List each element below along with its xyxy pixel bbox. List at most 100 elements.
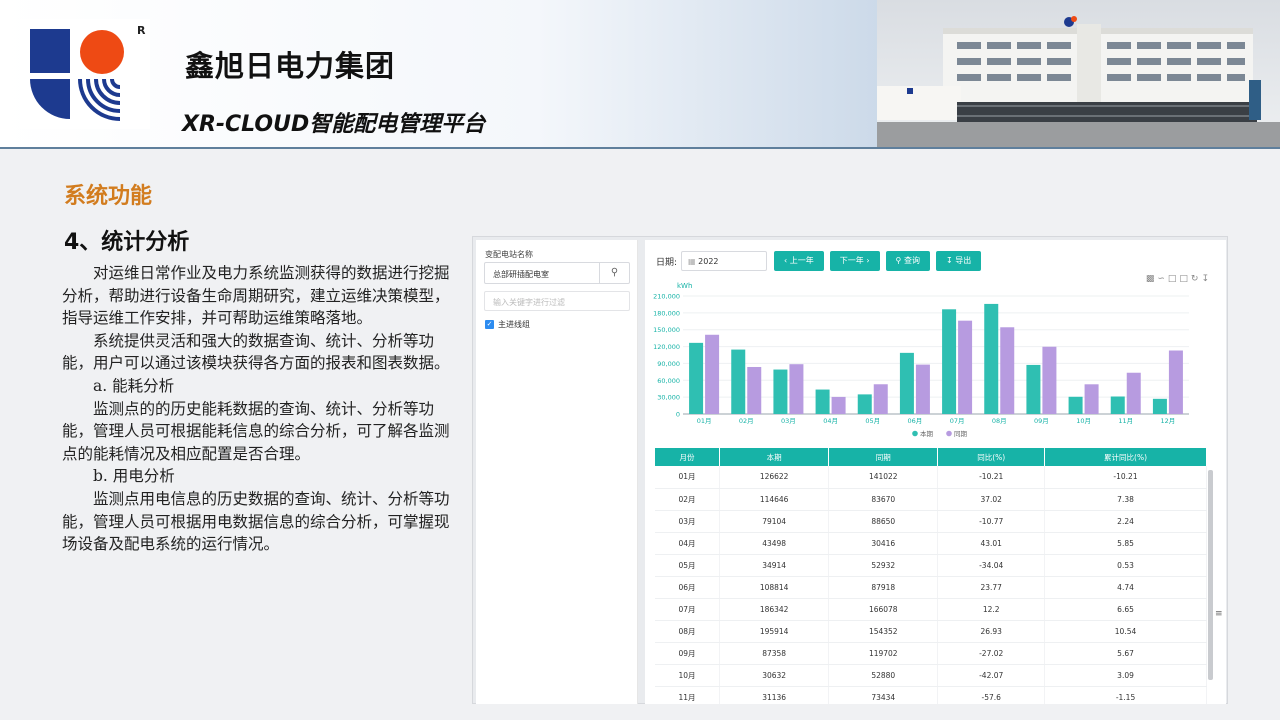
table-cell: 195914 xyxy=(719,620,830,643)
table-cell: 30416 xyxy=(828,532,939,555)
date-picker[interactable]: ▦ 2022 xyxy=(681,251,768,271)
x-tick-label: 10月 xyxy=(1076,417,1091,425)
table-row: 05月 34914 52932 -34.04 0.53 xyxy=(655,554,1207,577)
table-cell: 23.77 xyxy=(937,576,1046,599)
bar-previous xyxy=(747,366,762,414)
tree-item[interactable]: ✓ 主进线组 xyxy=(485,319,530,330)
table-cell: 186342 xyxy=(719,598,830,621)
filter-input[interactable]: 输入关键字进行过滤 xyxy=(484,291,630,311)
table-cell: 119702 xyxy=(828,642,939,665)
prev-year-button[interactable]: ‹ 上一年 xyxy=(774,251,824,271)
registered-mark: R xyxy=(137,24,146,37)
next-year-button[interactable]: 下一年 › xyxy=(829,251,880,271)
x-tick-label: 12月 xyxy=(1161,417,1176,425)
station-value: 总部研插配电室 xyxy=(493,270,549,279)
bar-current xyxy=(773,369,788,414)
table-cell: 01月 xyxy=(655,466,721,489)
column-header[interactable]: 同比(%) xyxy=(937,448,1046,466)
x-tick-label: 04月 xyxy=(823,417,838,425)
table-cell: 166078 xyxy=(828,598,939,621)
header-divider xyxy=(0,147,1280,149)
y-tick-label: 30,000 xyxy=(657,394,680,402)
search-icon[interactable]: ⚲ xyxy=(599,263,629,283)
energy-bar-chart: kWh 0 30,000 60,000 90,000 120,000 150,000 180,… xyxy=(653,282,1189,438)
table-cell: 02月 xyxy=(655,488,721,511)
table-cell: 31136 xyxy=(719,686,830,704)
table-cell: -1.15 xyxy=(1044,686,1207,704)
column-header[interactable]: 月份 xyxy=(655,448,721,466)
table-cell: -57.6 xyxy=(937,686,1046,704)
table-cell: 34914 xyxy=(719,554,830,577)
table-row: 10月 30632 52880 -42.07 3.09 xyxy=(655,664,1207,687)
table-cell: 52932 xyxy=(828,554,939,577)
paragraph-heading: a. 能耗分析 xyxy=(93,376,175,395)
building-photo xyxy=(877,0,1280,147)
station-select[interactable]: 总部研插配电室 ⚲ xyxy=(484,262,630,284)
x-tick-label: 08月 xyxy=(992,417,1007,425)
company-name: 鑫旭日电力集团 xyxy=(185,49,396,83)
x-tick-label: 03月 xyxy=(781,417,796,425)
y-tick-label: 120,000 xyxy=(653,343,680,351)
table-cell: 5.67 xyxy=(1044,642,1207,665)
table-row: 09月 87358 119702 -27.02 5.67 xyxy=(655,642,1207,665)
checkbox-icon[interactable]: ✓ xyxy=(485,320,494,329)
table-cell: 83670 xyxy=(828,488,939,511)
table-cell: 141022 xyxy=(828,466,939,489)
table-cell: -27.02 xyxy=(937,642,1046,665)
paragraph: 系统提供灵活和强大的数据查询、统计、分析等功能，用户可以通过该模块获得各方面的报… xyxy=(62,331,450,373)
table-cell: 04月 xyxy=(655,532,721,555)
bar-previous xyxy=(873,384,888,414)
bar-current xyxy=(857,394,872,414)
table-cell: 26.93 xyxy=(937,620,1046,643)
bar-previous xyxy=(958,320,973,414)
company-logo xyxy=(20,19,150,129)
table-cell: 87358 xyxy=(719,642,830,665)
table-scrollbar[interactable] xyxy=(1208,470,1213,680)
column-settings-icon[interactable]: ≡ xyxy=(1215,609,1223,619)
paragraph-heading: b. 用电分析 xyxy=(93,467,175,486)
slide: R 鑫旭日电力集团 XR-CLOUD智能配电管理平台 系统功能 4、统计分析 对… xyxy=(0,0,1280,720)
table-cell: 7.38 xyxy=(1044,488,1207,511)
column-header[interactable]: 同期 xyxy=(828,448,939,466)
table-row: 08月 195914 154352 26.93 10.54 xyxy=(655,620,1207,643)
bar-previous xyxy=(831,396,846,414)
bar-previous xyxy=(915,364,930,414)
stats-table: 月份 本期 同期 同比(%) 累计同比(%) 01月 126622 141022 -10.21… xyxy=(655,448,1207,704)
x-tick-label: 06月 xyxy=(908,417,923,425)
table-cell: 12.2 xyxy=(937,598,1046,621)
bar-previous xyxy=(705,334,720,414)
y-axis-unit: kWh xyxy=(677,282,692,290)
table-cell: 07月 xyxy=(655,598,721,621)
table-cell: 88650 xyxy=(828,510,939,533)
paragraph: 监测点用电信息的历史数据的查询、统计、分析等功能，管理人员可根据用电数据信息的综… xyxy=(62,489,450,554)
stats-panel: 日期: ▦ 2022 ‹ 上一年 下一年 › ⚲ 查询 ↧ 导出 ▩∽□□↻↧ … xyxy=(645,240,1226,704)
table-cell: 10月 xyxy=(655,664,721,687)
x-tick-label: 02月 xyxy=(739,417,754,425)
bar-current xyxy=(942,309,957,414)
table-cell: 5.85 xyxy=(1044,532,1207,555)
table-row: 02月 114646 83670 37.02 7.38 xyxy=(655,488,1207,511)
legend-label: 同期 xyxy=(954,430,968,438)
section-subtitle: 4、统计分析 xyxy=(64,230,190,255)
table-row: 06月 108814 87918 23.77 4.74 xyxy=(655,576,1207,599)
paragraph: 对运维日常作业及电力系统监测获得的数据进行挖掘分析，帮助进行设备生命周期研究，建… xyxy=(62,264,450,328)
table-row: 04月 43498 30416 43.01 5.85 xyxy=(655,532,1207,555)
table-cell: -42.07 xyxy=(937,664,1046,687)
table-cell: 06月 xyxy=(655,576,721,599)
query-button[interactable]: ⚲ 查询 xyxy=(885,251,930,271)
column-header[interactable]: 累计同比(%) xyxy=(1044,448,1207,466)
y-tick-label: 60,000 xyxy=(657,377,680,385)
bar-current xyxy=(1152,398,1167,414)
table-cell: 114646 xyxy=(719,488,830,511)
section-title: 系统功能 xyxy=(64,184,153,209)
column-header[interactable]: 本期 xyxy=(719,448,830,466)
x-tick-label: 05月 xyxy=(865,417,880,425)
bar-previous xyxy=(1042,346,1057,414)
table-cell: 08月 xyxy=(655,620,721,643)
bar-previous xyxy=(789,364,804,414)
y-tick-label: 150,000 xyxy=(653,326,680,334)
export-button[interactable]: ↧ 导出 xyxy=(935,251,982,271)
table-row: 03月 79104 88650 -10.77 2.24 xyxy=(655,510,1207,533)
table-cell: 03月 xyxy=(655,510,721,533)
table-cell: 37.02 xyxy=(937,488,1046,511)
